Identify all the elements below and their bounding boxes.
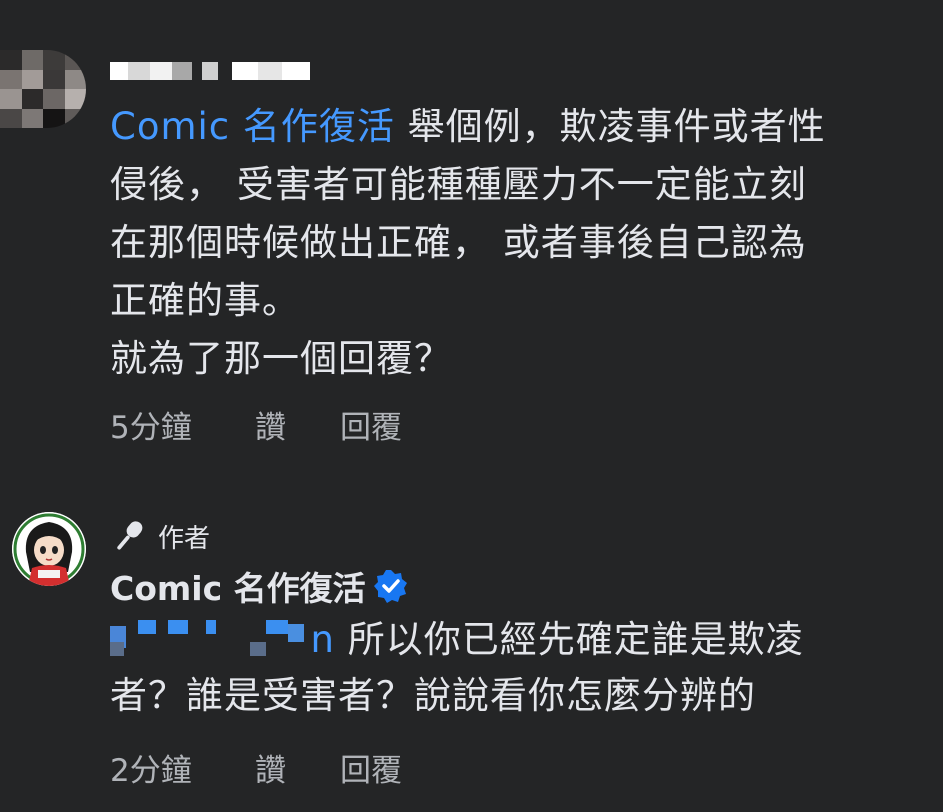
comment-line-2: 侵後， 受害者可能種種壓力不一定能立刻	[110, 163, 807, 206]
author-badge: 作者	[110, 516, 210, 556]
comment-line-3: 在那個時候做出正確， 或者事後自己認為	[110, 221, 807, 264]
commenter-avatar-blurred[interactable]	[0, 50, 86, 128]
author-avatar[interactable]	[12, 512, 86, 586]
mention-link-blurred[interactable]: n	[110, 616, 335, 661]
reply-body: n 所以你已經先確定誰是欺凌 者？誰是受害者？說說看你怎麼分辨的	[110, 612, 910, 724]
comment-actions: 5分鐘 讚 回覆	[110, 402, 402, 447]
reply-line-1: n 所以你已經先確定誰是欺凌	[110, 612, 910, 668]
like-button[interactable]: 讚	[255, 402, 340, 447]
author-name-row: Comic 名作復活	[110, 562, 408, 610]
anime-avatar-icon	[12, 512, 86, 586]
verified-badge-icon	[373, 570, 407, 603]
timestamp[interactable]: 2分鐘	[110, 745, 255, 790]
reply-line-2: 者？誰是受害者？說說看你怎麼分辨的	[110, 674, 756, 717]
reply-button[interactable]: 回覆	[340, 745, 402, 790]
comment-line-5: 就為了那一個回覆？	[110, 337, 452, 380]
microphone-icon	[117, 521, 143, 550]
like-button[interactable]: 讚	[255, 745, 340, 790]
timestamp[interactable]: 5分鐘	[110, 402, 255, 447]
comment-line-1: Comic 名作復活 舉個例，欺凌事件或者性	[110, 105, 826, 148]
comments-thread: Comic 名作復活 舉個例，欺凌事件或者性 侵後， 受害者可能種種壓力不一定能…	[0, 0, 943, 812]
mention-link[interactable]: Comic 名作復活	[110, 105, 395, 148]
commenter-name-blurred[interactable]	[110, 62, 310, 80]
author-name[interactable]: Comic 名作復活	[110, 562, 366, 610]
comment-line-4: 正確的事。	[110, 279, 300, 322]
comment-body: Comic 名作復活 舉個例，欺凌事件或者性 侵後， 受害者可能種種壓力不一定能…	[110, 98, 910, 388]
reply-button[interactable]: 回覆	[340, 402, 402, 447]
author-badge-label: 作者	[158, 523, 211, 554]
reply-actions: 2分鐘 讚 回覆	[110, 745, 402, 790]
